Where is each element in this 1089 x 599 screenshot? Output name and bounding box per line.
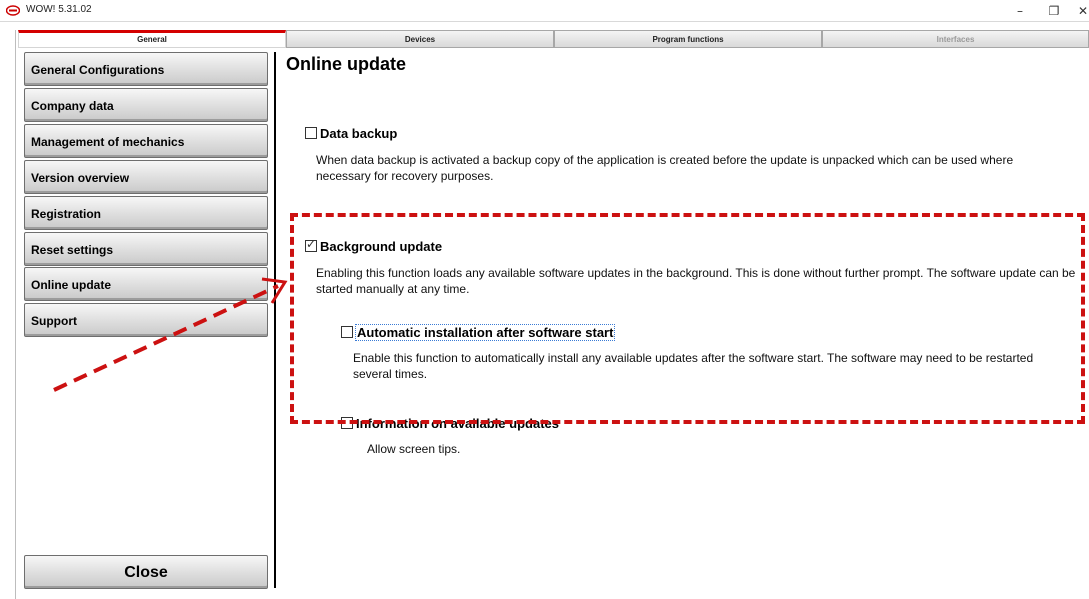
annotation-arrow: [53, 277, 288, 392]
